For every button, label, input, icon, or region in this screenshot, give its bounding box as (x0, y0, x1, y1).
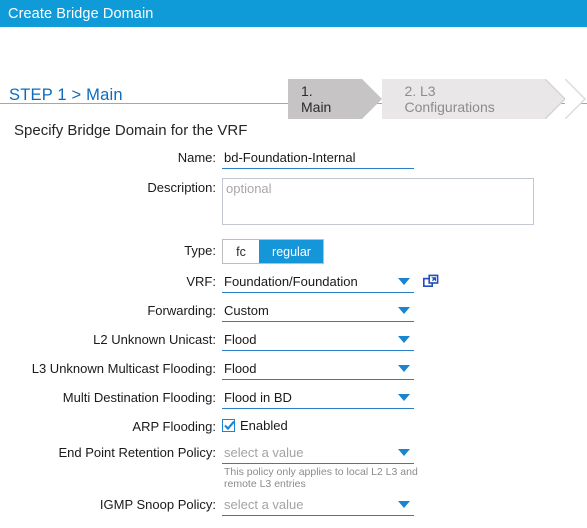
type-toggle-group: fc regular (222, 239, 324, 264)
chevron-down-icon (398, 307, 410, 314)
vrf-label: VRF: (186, 274, 216, 289)
type-label: Type: (184, 243, 216, 258)
multi-destination-flooding-label: Multi Destination Flooding: (62, 390, 216, 405)
l3-unknown-multicast-flooding-select-value: Flood (224, 361, 257, 376)
form-row-end-point-retention-policy: End Point Retention Policy: select a val… (0, 444, 587, 490)
description-label: Description: (147, 180, 216, 195)
step-chevron-arrow-2-icon (545, 79, 565, 119)
dialog-title: Create Bridge Domain (8, 5, 154, 22)
arp-flooding-checkbox[interactable] (222, 419, 235, 432)
step-breadcrumb: 1. Main 2. L3 Configurations (288, 79, 587, 119)
type-option-regular[interactable]: regular (259, 240, 323, 263)
step-title: STEP 1 > Main (9, 86, 123, 104)
form-row-forwarding: Forwarding: Custom (0, 302, 587, 322)
form-row-l3-unknown-multicast-flooding: L3 Unknown Multicast Flooding: Flood (0, 360, 587, 380)
l3-unknown-multicast-flooding-label: L3 Unknown Multicast Flooding: (31, 361, 216, 376)
step-tab-main[interactable]: 1. Main (288, 79, 383, 119)
chevron-down-icon (398, 336, 410, 343)
form-row-type: Type: fc regular (0, 239, 587, 264)
multi-destination-flooding-select[interactable]: Flood in BD (222, 389, 414, 409)
vrf-select[interactable]: Foundation/Foundation (222, 273, 414, 293)
form-row-arp-flooding: ARP Flooding: Enabled (0, 418, 587, 435)
chevron-down-icon (398, 278, 410, 285)
forwarding-select-value: Custom (224, 303, 269, 318)
end-point-retention-policy-select-value: select a value (224, 445, 304, 460)
name-input[interactable] (222, 150, 414, 169)
step-tab-l3-configurations-label: 2. L3 Configurations (404, 83, 495, 115)
vrf-select-value: Foundation/Foundation (224, 274, 358, 289)
open-in-new-window-icon[interactable] (423, 274, 439, 290)
chevron-down-icon (398, 394, 410, 401)
step-tab-l3-configurations[interactable]: 2. L3 Configurations (382, 79, 565, 119)
end-point-retention-policy-help-text: This policy only applies to local L2 L3 … (224, 466, 418, 490)
step-chevron-arrow-1-icon (362, 79, 383, 119)
form-row-multi-destination-flooding: Multi Destination Flooding: Flood in BD (0, 389, 587, 409)
l2-unknown-unicast-select[interactable]: Flood (222, 331, 414, 351)
form-row-l2-unknown-unicast: L2 Unknown Unicast: Flood (0, 331, 587, 351)
chevron-down-icon (398, 501, 410, 508)
form-row-description: Description: (0, 178, 587, 228)
name-label: Name: (177, 150, 216, 165)
form-row-igmp-snoop-policy: IGMP Snoop Policy: select a value (0, 496, 587, 516)
multi-destination-flooding-select-value: Flood in BD (224, 390, 292, 405)
step-chevron-arrow-3-icon (565, 79, 587, 119)
dialog-title-bar: Create Bridge Domain (0, 0, 587, 27)
step-header: STEP 1 > Main 1. Main 2. L3 Configuratio… (0, 27, 587, 119)
l2-unknown-unicast-select-value: Flood (224, 332, 257, 347)
type-option-fc[interactable]: fc (223, 240, 259, 263)
form-row-vrf: VRF: Foundation/Foundation (0, 273, 587, 293)
end-point-retention-policy-select[interactable]: select a value (222, 444, 414, 464)
l3-unknown-multicast-flooding-select[interactable]: Flood (222, 360, 414, 380)
forwarding-select[interactable]: Custom (222, 302, 414, 322)
forwarding-label: Forwarding: (147, 303, 216, 318)
description-textarea[interactable] (222, 178, 534, 225)
step-tab-main-label: 1. Main (301, 83, 332, 115)
igmp-snoop-policy-select[interactable]: select a value (222, 496, 414, 516)
chevron-down-icon (398, 449, 410, 456)
arp-flooding-label: ARP Flooding: (132, 419, 216, 434)
arp-flooding-checkbox-label: Enabled (240, 418, 288, 433)
igmp-snoop-policy-label: IGMP Snoop Policy: (99, 497, 216, 512)
chevron-down-icon (398, 365, 410, 372)
form-heading: Specify Bridge Domain for the VRF (14, 122, 248, 139)
l2-unknown-unicast-label: L2 Unknown Unicast: (93, 332, 216, 347)
end-point-retention-policy-label: End Point Retention Policy: (58, 445, 216, 460)
bridge-domain-form: Name: Description: Type: fc regular VRF:… (0, 150, 587, 516)
form-row-name: Name: (0, 150, 587, 169)
igmp-snoop-policy-select-value: select a value (224, 497, 304, 512)
